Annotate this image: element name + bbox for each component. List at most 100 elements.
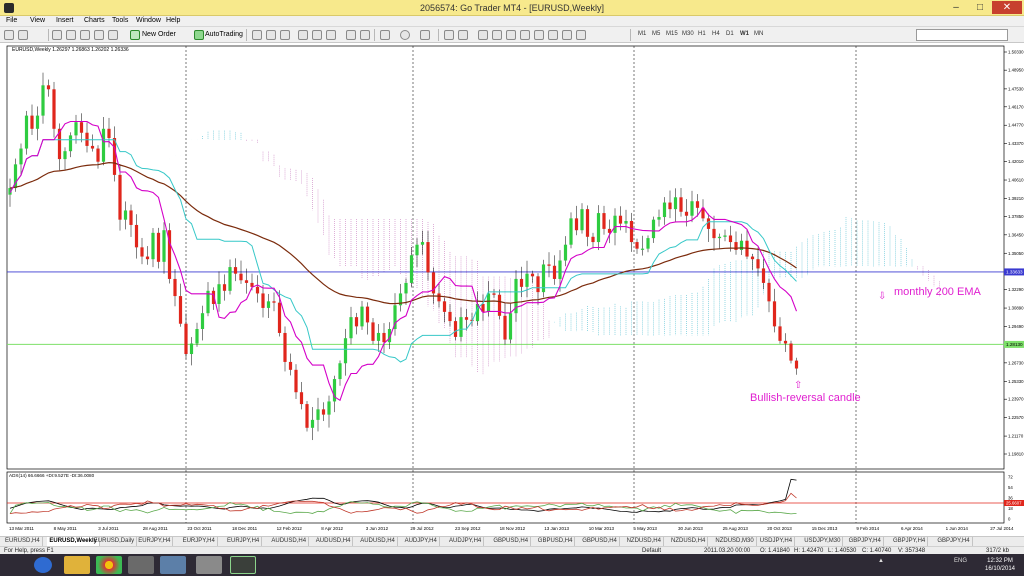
media-icon[interactable] [196, 556, 222, 574]
text-label-icon[interactable] [562, 30, 572, 40]
candle [184, 323, 188, 355]
candle [585, 209, 590, 237]
date-tick-label: 28 Aug 2011 [143, 526, 168, 531]
timeframe-w1[interactable]: W1 [740, 31, 749, 37]
window-title: 2056574: Go Trader MT4 - [EURUSD,Weekly] [420, 3, 604, 13]
chrome-icon[interactable] [96, 556, 122, 574]
candle [756, 259, 760, 269]
candle [602, 213, 606, 229]
candle [354, 317, 359, 327]
candle [239, 273, 243, 281]
menu-view[interactable]: View [30, 17, 45, 24]
new-order-button[interactable]: New Order [142, 31, 176, 38]
new-chart-icon[interactable] [4, 30, 14, 40]
tray-language[interactable]: ENG [954, 558, 967, 564]
go-trader-icon[interactable] [230, 556, 256, 574]
bar-chart-icon[interactable] [252, 30, 262, 40]
start-button[interactable] [34, 557, 52, 573]
line-chart-icon[interactable] [280, 30, 290, 40]
clock-date: 16/10/2014 [984, 566, 1016, 572]
timeframe-d1[interactable]: D1 [726, 31, 734, 37]
menu-help[interactable]: Help [166, 17, 180, 24]
candle [321, 409, 326, 415]
periods-icon[interactable] [400, 30, 410, 40]
navigator-icon[interactable] [66, 30, 76, 40]
timeframe-m30[interactable]: M30 [682, 31, 694, 37]
menu-window[interactable]: Window [136, 17, 161, 24]
candle [360, 306, 364, 327]
candle [52, 89, 56, 129]
candle [695, 201, 700, 208]
maximize-button[interactable]: □ [968, 1, 992, 14]
price-tick-label: 1.50330 [1008, 50, 1024, 55]
minimize-button[interactable]: – [944, 1, 968, 14]
terminal-icon[interactable] [80, 30, 90, 40]
price-tick-label: 1.36450 [1008, 232, 1024, 237]
candle [552, 265, 557, 279]
candle [536, 276, 540, 293]
candle [261, 293, 265, 308]
candle [690, 201, 694, 216]
date-tick-label: 18 Dec 2011 [232, 526, 258, 531]
price-tick-label: 1.39210 [1008, 196, 1024, 201]
timeframe-m5[interactable]: M5 [652, 31, 660, 37]
timeframe-m15[interactable]: M15 [666, 31, 678, 37]
candle [24, 115, 29, 149]
autotrading-button[interactable]: AutoTrading [205, 31, 243, 38]
market-watch-icon[interactable] [52, 30, 62, 40]
profiles-icon[interactable] [18, 30, 28, 40]
vertical-line-icon[interactable] [478, 30, 488, 40]
data-window-icon[interactable] [108, 30, 118, 40]
fibonacci-icon[interactable] [534, 30, 544, 40]
ema-price-label: 1.28130 [1006, 342, 1023, 347]
timeframe-h4[interactable]: H4 [712, 31, 720, 37]
crosshair-icon[interactable] [458, 30, 468, 40]
remote-desktop-icon[interactable] [160, 556, 186, 574]
trendline-icon[interactable] [506, 30, 516, 40]
candlestick-icon[interactable] [266, 30, 276, 40]
close-button[interactable]: ✕ [992, 1, 1022, 14]
menu-charts[interactable]: Charts [84, 17, 105, 24]
timeframe-mn[interactable]: MN [754, 31, 763, 37]
auto-scroll-icon[interactable] [346, 30, 356, 40]
zoom-out-icon[interactable] [312, 30, 322, 40]
chart-shift-icon[interactable] [360, 30, 370, 40]
candle [497, 294, 502, 316]
new-order-icon[interactable] [130, 30, 140, 40]
indicators-icon[interactable] [380, 30, 390, 40]
tester-icon[interactable] [94, 30, 104, 40]
clock[interactable]: 12:32 PM 16/10/2014 [980, 557, 1020, 573]
zoom-in-icon[interactable] [298, 30, 308, 40]
candle [365, 306, 370, 323]
gallery-icon[interactable] [128, 556, 154, 574]
candle [662, 202, 667, 218]
tray-arrow-icon[interactable]: ▲ [878, 558, 884, 564]
tile-windows-icon[interactable] [326, 30, 336, 40]
candle [46, 85, 51, 90]
autotrading-icon[interactable] [194, 30, 204, 40]
candle [382, 332, 386, 343]
adx-level-label: 25.6607 [1006, 501, 1022, 506]
chart-window[interactable]: EURUSD,Weekly 1.26297 1.26863 1.26202 1.… [0, 43, 1024, 536]
horizontal-line-icon[interactable] [492, 30, 502, 40]
cursor-icon[interactable] [444, 30, 454, 40]
search-input[interactable] [916, 29, 1008, 41]
timeframe-m1[interactable]: M1 [638, 31, 646, 37]
templates-icon[interactable] [420, 30, 430, 40]
candle [266, 301, 271, 308]
channel-icon[interactable] [520, 30, 530, 40]
candle [156, 232, 161, 262]
text-icon[interactable] [548, 30, 558, 40]
menu-file[interactable]: File [6, 17, 17, 24]
menu-tools[interactable]: Tools [112, 17, 128, 24]
price-chart[interactable]: EURUSD,Weekly 1.26297 1.26863 1.26202 1.… [0, 43, 1024, 536]
candle [508, 313, 513, 340]
candle [629, 220, 634, 243]
candle [145, 256, 150, 260]
menu-insert[interactable]: Insert [56, 17, 74, 24]
arrows-icon[interactable] [576, 30, 586, 40]
candle [668, 202, 672, 210]
timeframe-h1[interactable]: H1 [698, 31, 706, 37]
candle [151, 232, 155, 260]
file-explorer-icon[interactable] [64, 556, 90, 574]
